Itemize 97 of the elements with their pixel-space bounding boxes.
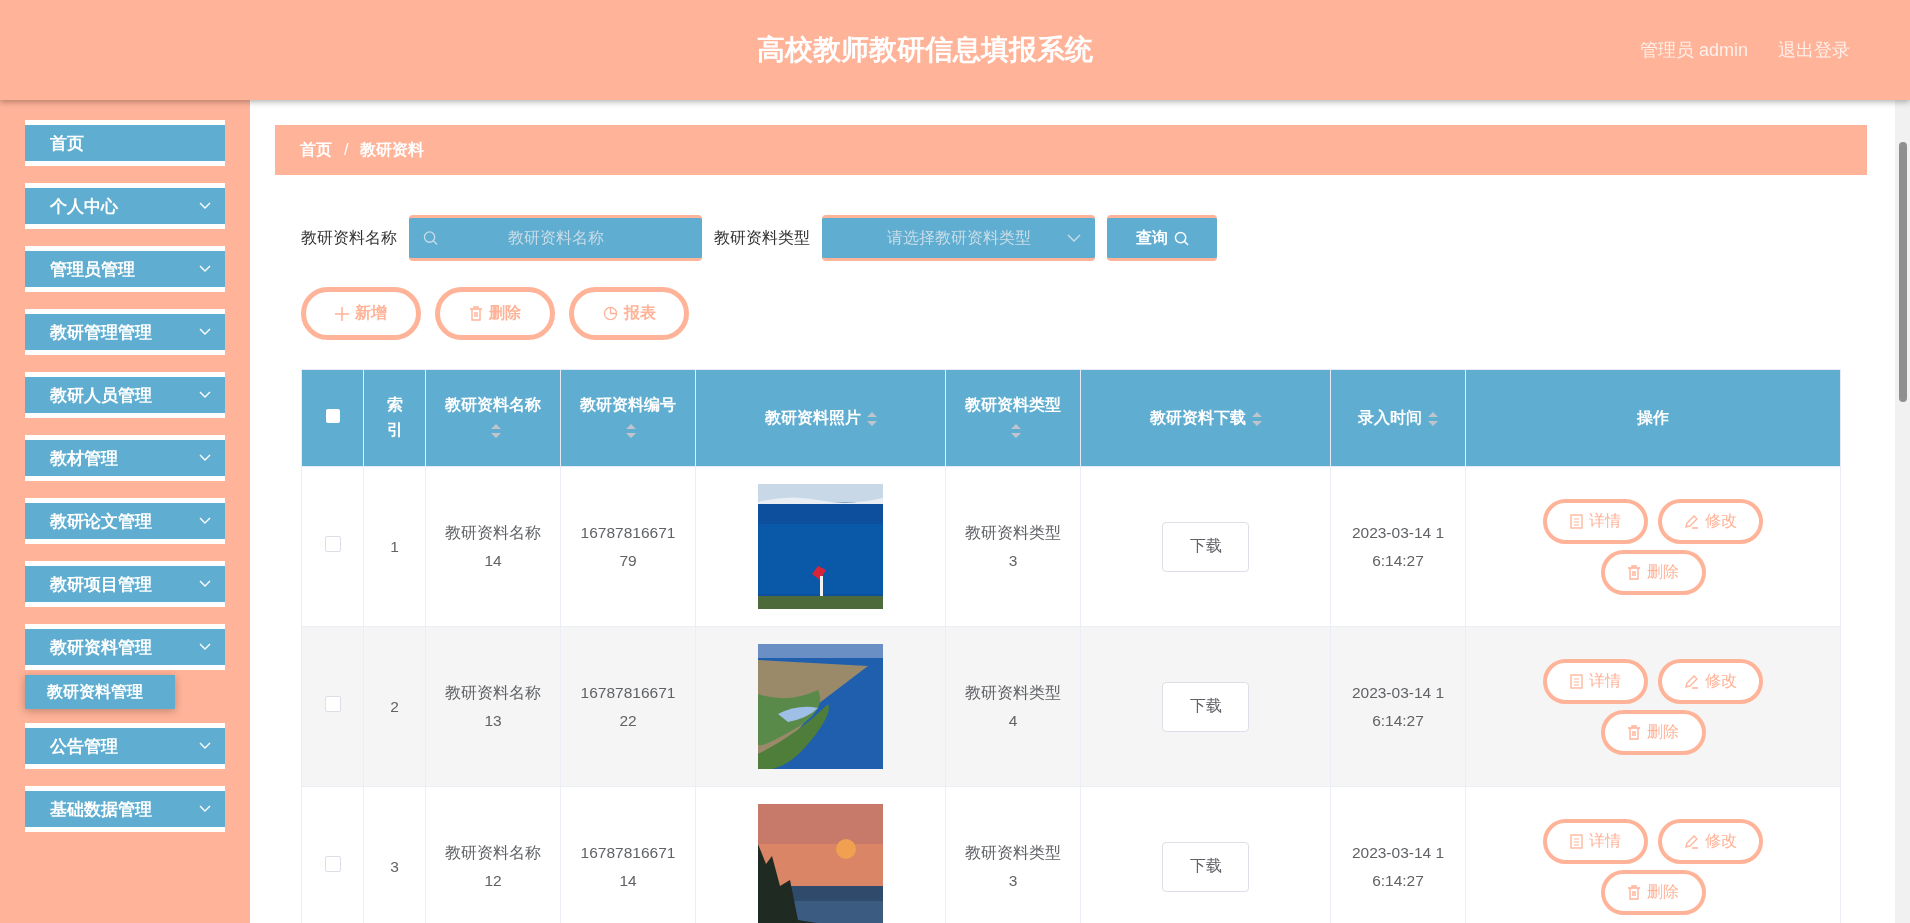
search-icon (423, 230, 438, 246)
query-button[interactable]: 查询 (1107, 215, 1217, 261)
trash-icon (1627, 564, 1641, 580)
delete-button[interactable]: 删除 (1600, 549, 1706, 595)
row-checkbox[interactable] (324, 535, 341, 552)
table-cell: 1678781667114 (580, 843, 676, 889)
pencil-icon (1684, 673, 1699, 689)
pencil-icon (1684, 833, 1699, 849)
chevron-down-icon (199, 202, 211, 210)
field-label: 教研资料名称 (301, 227, 397, 248)
sidebar-item[interactable]: 基础数据管理 (25, 786, 225, 832)
edit-button[interactable]: 修改 (1658, 498, 1763, 544)
breadcrumb-item[interactable]: 教研资料 (360, 139, 425, 161)
sidebar-item[interactable]: 教研项目管理 (25, 561, 225, 607)
column-header[interactable]: 教研资料下载 (1080, 369, 1331, 467)
trash-icon (1627, 884, 1641, 900)
sort-icon (1428, 411, 1438, 426)
chevron-down-icon (199, 580, 211, 588)
delete-button[interactable]: 删除 (1600, 709, 1706, 755)
search-icon (1173, 230, 1189, 246)
row-checkbox[interactable] (324, 695, 341, 712)
chevron-down-icon (199, 643, 211, 651)
column-header: 操作 (1465, 369, 1841, 467)
add-button[interactable]: 新增 (301, 287, 421, 340)
breadcrumb-item[interactable]: 首页 (300, 139, 332, 161)
column-header: 索引 (363, 369, 426, 467)
trash-icon (469, 306, 483, 321)
column-header[interactable]: 教研资料类型 (945, 369, 1081, 467)
sidebar-item[interactable]: 个人中心 (25, 183, 225, 229)
trash-icon (1627, 724, 1641, 740)
table-cell: 教研资料名称12 (445, 843, 541, 889)
sidebar-item[interactable]: 首页 (25, 120, 225, 166)
sidebar-item[interactable]: 教研资料管理 (25, 624, 225, 670)
sort-icon (491, 423, 501, 438)
sort-icon (1251, 411, 1262, 426)
row-checkbox[interactable] (324, 855, 341, 872)
column-header[interactable]: 教研资料编号 (560, 369, 696, 467)
document-icon (1570, 673, 1583, 689)
table-cell: 教研资料类型4 (965, 683, 1061, 729)
table-cell: 教研资料名称14 (445, 523, 541, 569)
detail-button[interactable]: 详情 (1543, 498, 1648, 544)
pie-chart-icon (602, 306, 618, 321)
table-cell: 1678781667179 (580, 523, 676, 569)
table-cell: 2 (390, 697, 399, 715)
plus-icon (335, 306, 349, 321)
logout-link[interactable]: 退出登录 (1778, 38, 1850, 62)
sort-icon (626, 423, 636, 438)
sidebar-item[interactable]: 教材管理 (25, 435, 225, 481)
sidebar-item[interactable]: 教研管理管理 (25, 309, 225, 355)
breadcrumb-separator: / (344, 141, 349, 159)
scrollbar[interactable] (1895, 100, 1910, 923)
sort-icon (866, 411, 877, 426)
report-button[interactable]: 报表 (569, 287, 689, 340)
chevron-down-icon (199, 265, 211, 273)
chevron-down-icon (199, 391, 211, 399)
table-cell: 1 (390, 537, 399, 555)
table-cell: 教研资料类型3 (965, 523, 1061, 569)
document-icon (1570, 833, 1583, 849)
download-button[interactable]: 下载 (1162, 521, 1249, 572)
field-label: 教研资料类型 (714, 227, 810, 248)
delete-button[interactable]: 删除 (435, 287, 555, 340)
sidebar-item[interactable]: 公告管理 (25, 723, 225, 769)
delete-button[interactable]: 删除 (1600, 869, 1706, 915)
select-field[interactable]: 请选择教研资料类型 (822, 215, 1095, 261)
table-cell: 2023-03-14 16:14:27 (1351, 843, 1445, 889)
edit-button[interactable]: 修改 (1658, 818, 1763, 864)
sidebar-item[interactable]: 教研人员管理 (25, 372, 225, 418)
chevron-down-icon (199, 742, 211, 750)
sidebar-subitem[interactable]: 教研资料管理 (25, 675, 175, 709)
sidebar-item[interactable]: 教研论文管理 (25, 498, 225, 544)
chevron-down-icon (199, 805, 211, 813)
download-button[interactable]: 下载 (1162, 841, 1249, 892)
download-button[interactable]: 下载 (1162, 681, 1249, 732)
column-header[interactable]: 教研资料照片 (695, 369, 946, 467)
sort-icon (1011, 423, 1021, 438)
pencil-icon (1684, 513, 1699, 529)
column-header[interactable]: 录入时间 (1330, 369, 1466, 467)
table-cell: 1678781667122 (580, 683, 676, 729)
detail-button[interactable]: 详情 (1543, 658, 1648, 704)
table-cell: 教研资料类型3 (965, 843, 1061, 889)
detail-button[interactable]: 详情 (1543, 818, 1648, 864)
chevron-down-icon (199, 328, 211, 336)
app-title: 高校教师教研信息填报系统 (757, 33, 1093, 67)
document-icon (1570, 513, 1583, 529)
chevron-down-icon (199, 517, 211, 525)
select-all-checkbox[interactable] (325, 408, 340, 423)
table-cell: 3 (390, 857, 399, 875)
column-header[interactable]: 教研资料名称 (425, 369, 561, 467)
chevron-down-icon (1067, 234, 1081, 242)
table-cell: 教研资料名称13 (445, 683, 541, 729)
search-field[interactable]: 教研资料名称 (409, 215, 702, 261)
table-cell: 2023-03-14 16:14:27 (1351, 523, 1445, 569)
chevron-down-icon (199, 454, 211, 462)
user-name: 管理员 admin (1639, 39, 1748, 62)
sidebar-item[interactable]: 管理员管理 (25, 246, 225, 292)
edit-button[interactable]: 修改 (1658, 658, 1763, 704)
table-cell: 2023-03-14 16:14:27 (1351, 683, 1445, 729)
